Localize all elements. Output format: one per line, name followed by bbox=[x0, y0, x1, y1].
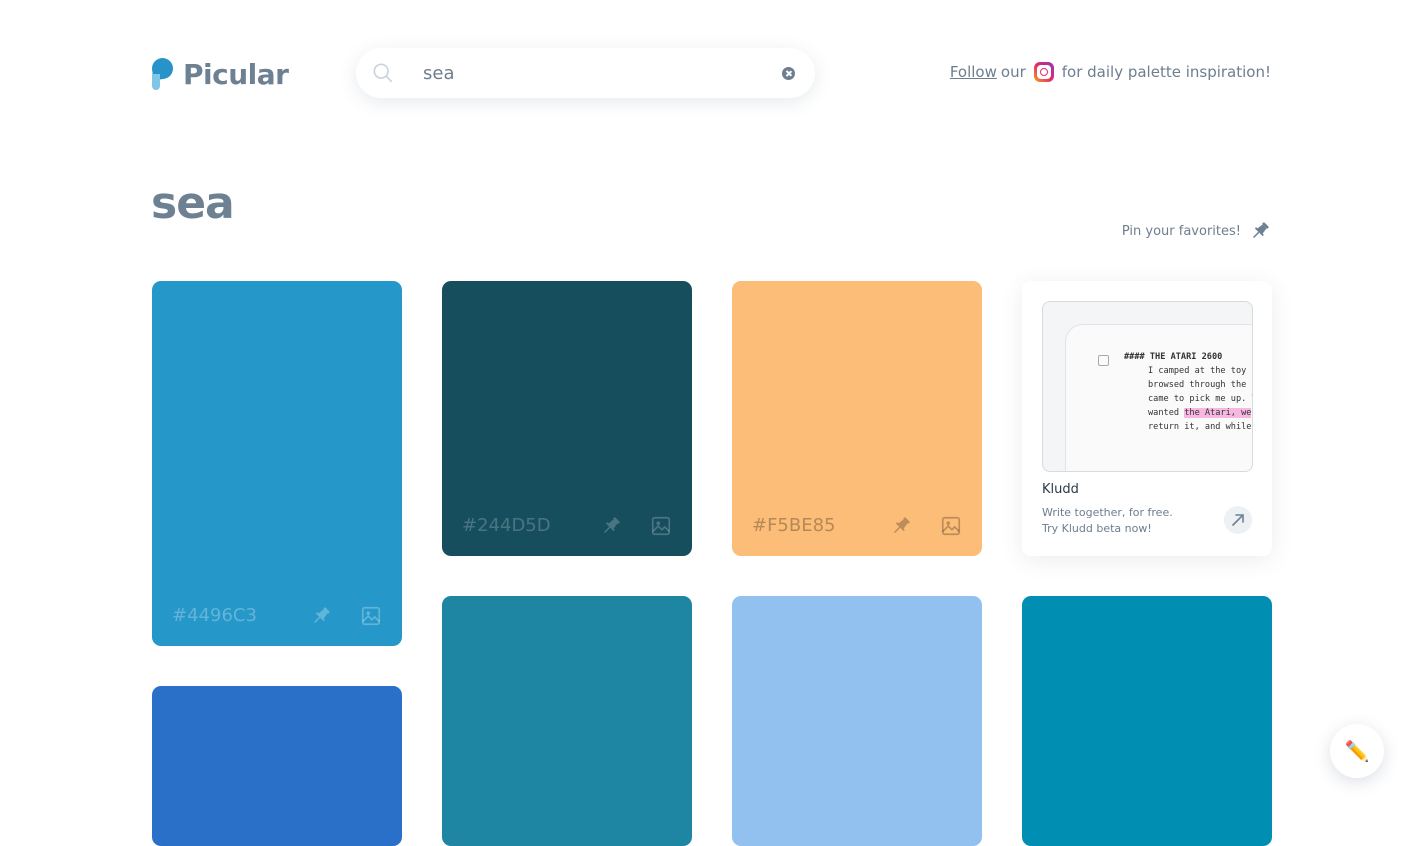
ad-title: Kludd bbox=[1042, 482, 1079, 497]
color-swatch-card[interactable]: #F5BE85 bbox=[732, 281, 982, 556]
hex-code[interactable]: #F5BE85 bbox=[752, 515, 836, 536]
follow-our-text: our bbox=[1000, 63, 1026, 81]
ad-preview-image: #### THE ATARI 2600 I camped at the toy … bbox=[1042, 301, 1253, 472]
hex-code[interactable]: #244D5D bbox=[462, 515, 551, 536]
color-swatch-card[interactable] bbox=[1022, 596, 1272, 846]
pin-icon[interactable] bbox=[310, 605, 332, 627]
color-swatch-card[interactable] bbox=[442, 596, 692, 846]
color-swatch-card[interactable] bbox=[152, 686, 402, 846]
image-icon[interactable] bbox=[650, 515, 672, 537]
page-title: sea bbox=[151, 178, 235, 229]
pin-icon bbox=[1252, 222, 1269, 239]
ad-preview-doc: #### THE ATARI 2600 I camped at the toy … bbox=[1124, 352, 1253, 432]
pin-favorites-hint: Pin your favorites! bbox=[1122, 220, 1271, 242]
follow-link[interactable]: Follow bbox=[950, 63, 997, 81]
kludd-ad-card[interactable]: #### THE ATARI 2600 I camped at the toy … bbox=[1022, 281, 1272, 556]
follow-tail-text: for daily palette inspiration! bbox=[1061, 63, 1271, 81]
color-swatch-card[interactable] bbox=[732, 596, 982, 846]
logo[interactable]: Picular bbox=[150, 56, 289, 91]
logo-mark-icon bbox=[150, 56, 175, 90]
hex-code[interactable]: #4496C3 bbox=[172, 605, 257, 626]
instagram-follow: Follow our for daily palette inspiration… bbox=[950, 62, 1271, 82]
external-link-icon[interactable] bbox=[1224, 506, 1252, 534]
pin-icon[interactable] bbox=[890, 515, 912, 537]
pencil-icon[interactable]: ✏️ bbox=[1330, 724, 1384, 778]
pin-favorites-label: Pin your favorites! bbox=[1121, 223, 1241, 239]
ad-description: Write together, for free. Try Kludd beta… bbox=[1042, 506, 1173, 535]
pin-icon[interactable] bbox=[600, 515, 622, 537]
image-icon[interactable] bbox=[940, 515, 962, 537]
search-icon bbox=[373, 63, 393, 83]
instagram-icon[interactable] bbox=[1033, 62, 1054, 82]
logo-text: Picular bbox=[183, 57, 289, 91]
color-swatch-card[interactable]: #4496C3 bbox=[152, 281, 402, 646]
color-swatch-card[interactable]: #244D5D bbox=[442, 281, 692, 556]
image-icon[interactable] bbox=[360, 605, 382, 627]
search-input[interactable] bbox=[421, 61, 765, 85]
clear-search-icon[interactable] bbox=[782, 66, 795, 80]
search-bar bbox=[356, 48, 815, 98]
